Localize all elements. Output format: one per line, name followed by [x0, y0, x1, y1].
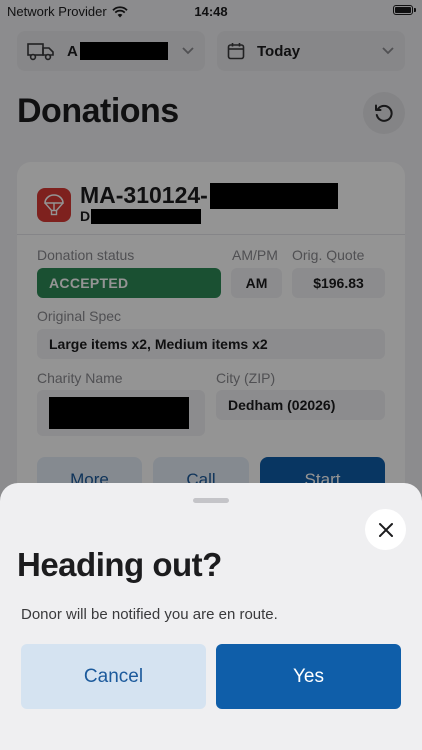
close-icon	[378, 522, 393, 537]
sheet-grabber[interactable]	[193, 498, 229, 503]
close-button[interactable]	[365, 509, 406, 550]
yes-button[interactable]: Yes	[216, 644, 401, 709]
cancel-button[interactable]: Cancel	[21, 644, 206, 709]
sheet-title: Heading out?	[17, 546, 222, 583]
heading-out-sheet: Heading out? Donor will be notified you …	[0, 483, 422, 750]
sheet-message: Donor will be notified you are en route.	[21, 606, 278, 623]
